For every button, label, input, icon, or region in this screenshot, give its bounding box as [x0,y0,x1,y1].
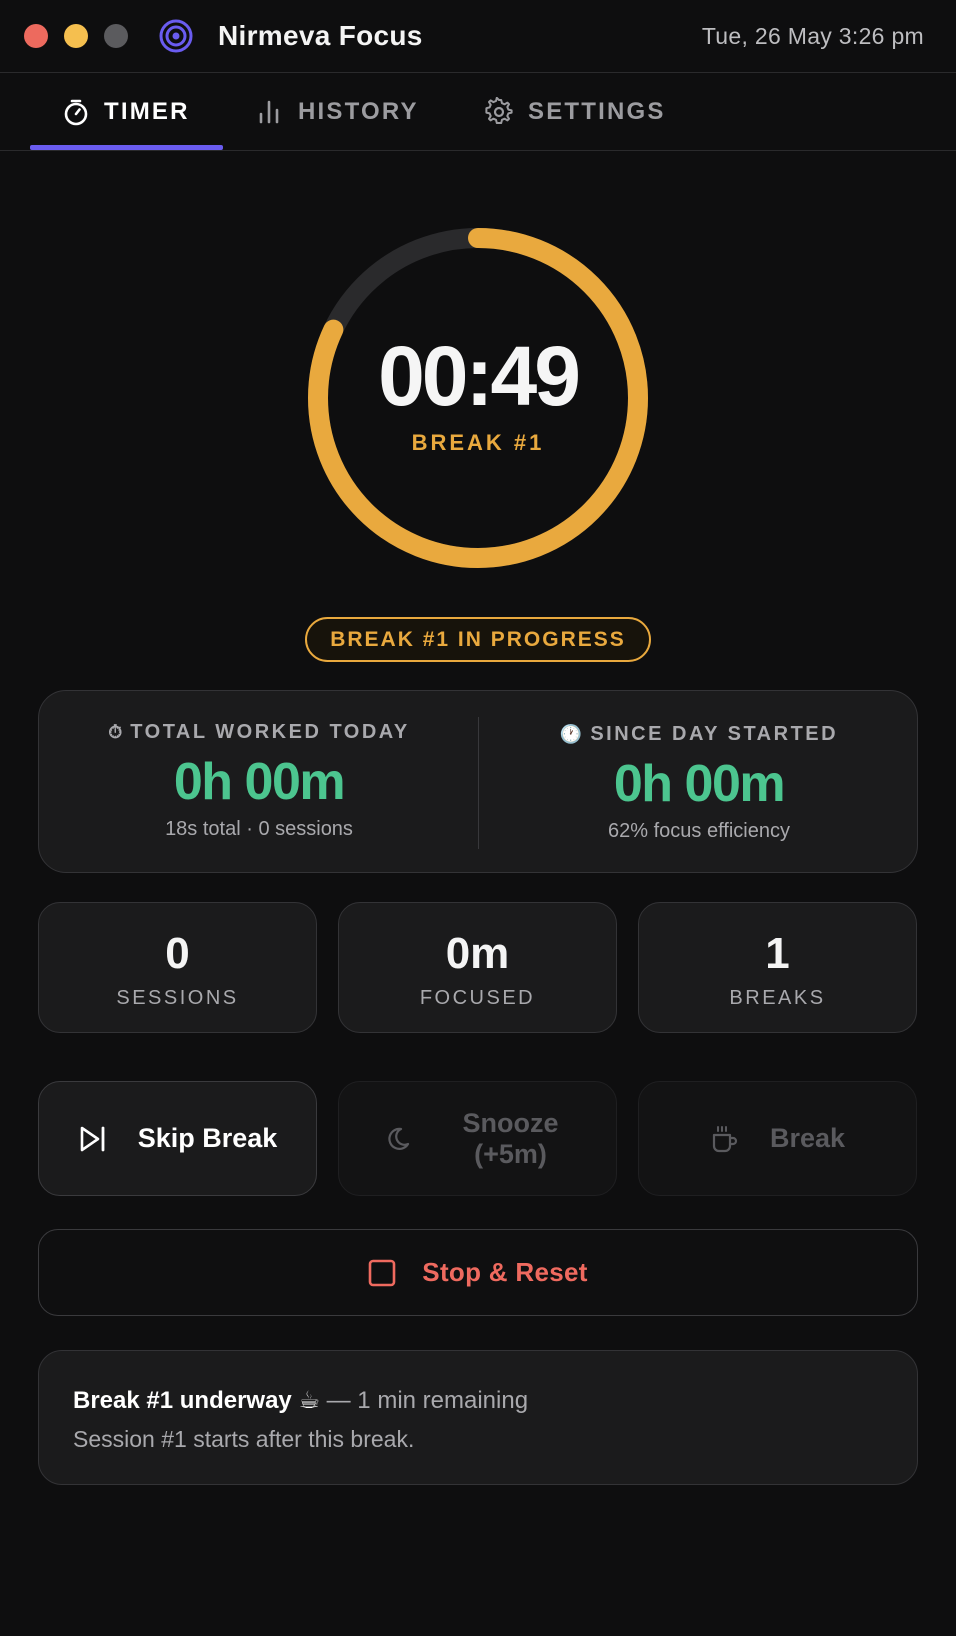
stop-reset-label: Stop & Reset [422,1257,588,1287]
total-worked-value: 0h 00m [173,753,346,811]
total-worked-subtext: 18s total · 0 sessions [165,818,353,840]
tab-timer-label: TIMER [104,98,190,125]
focused-time: 0m [445,929,510,978]
zoom-window-button[interactable] [104,24,128,48]
focused-stat-card: 0m FOCUSED [338,902,617,1033]
total-worked-heading-text: TOTAL WORKED TODAY [130,721,410,743]
current-datetime: Tue, 26 May 3:26 pm [701,23,924,49]
total-worked-heading: ⏱ TOTAL WORKED TODAY [39,721,479,744]
break-label: Break [769,1123,846,1153]
break-info-card: Break #1 underway ☕ — 1 min remaining Se… [38,1350,918,1485]
total-worked-section: ⏱ TOTAL WORKED TODAY 0h 00m 18s total · … [39,691,479,841]
tab-settings-label: SETTINGS [528,98,666,125]
title-bar: Nirmeva Focus Tue, 26 May 3:26 pm [0,0,956,73]
sessions-label: SESSIONS [116,987,239,1009]
stop-reset-button[interactable]: Stop & Reset [38,1229,918,1316]
stopwatch-icon: ⏱ [108,722,123,742]
sessions-count: 0 [165,929,190,978]
moon-icon [387,1127,409,1150]
app-window: Nirmeva Focus Tue, 26 May 3:26 pm TIMER … [0,0,956,1636]
sessions-stat-card: 0 SESSIONS [38,902,317,1033]
time-remaining-text: — 1 min remaining [319,1387,529,1414]
since-day-started-section: 🕐 SINCE DAY STARTED 0h 00m 62% focus eff… [479,691,919,843]
coffee-cup-icon [712,1125,737,1152]
bar-chart-icon [259,100,279,124]
breaks-stat-card: 1 BREAKS [638,902,917,1033]
clock-icon: 🕐 [559,724,583,744]
tab-history[interactable]: HISTORY [256,73,419,151]
focused-label: FOCUSED [419,987,536,1009]
breaks-label: BREAKS [729,987,826,1009]
tab-timer[interactable]: TIMER [62,73,190,151]
summary-card: ⏱ TOTAL WORKED TODAY 0h 00m 18s total · … [38,690,918,873]
since-day-started-heading-text: SINCE DAY STARTED [590,723,839,745]
break-button[interactable]: Break [638,1081,917,1196]
since-day-started-heading: 🕐 SINCE DAY STARTED [479,723,919,746]
timer-ring: 00:49 BREAK #1 [300,220,656,576]
tab-bar: TIMER HISTORY SETTINGS [0,73,956,151]
focus-efficiency-subtext: 62% focus efficiency [608,820,790,842]
close-window-button[interactable] [24,24,48,48]
tab-history-label: HISTORY [298,98,419,125]
break-underway-text: Break #1 underway ☕ [73,1387,320,1414]
snooze-button[interactable]: Snooze (+5m) [338,1081,617,1196]
timer-phase-label: BREAK #1 [411,430,545,455]
timer-countdown: 00:49 [378,329,581,423]
snooze-label: Snooze (+5m) [462,1107,559,1169]
active-tab-indicator [30,145,223,150]
breaks-count: 1 [765,929,790,978]
skip-break-label: Skip Break [137,1123,278,1153]
app-title: Nirmeva Focus [218,20,423,51]
minimize-window-button[interactable] [64,24,88,48]
gear-icon [485,97,513,124]
status-badge: BREAK #1 IN PROGRESS [305,617,651,662]
skip-break-button[interactable]: Skip Break [38,1081,317,1196]
break-info-headline: Break #1 underway ☕ — 1 min remaining [73,1385,883,1417]
since-day-started-value: 0h 00m [613,755,786,813]
next-session-text: Session #1 starts after this break. [73,1426,415,1452]
skip-forward-icon [80,1126,105,1151]
tab-settings[interactable]: SETTINGS [484,73,666,151]
stop-square-icon [368,1259,396,1286]
app-logo-icon [159,19,193,53]
stopwatch-icon [64,99,88,126]
